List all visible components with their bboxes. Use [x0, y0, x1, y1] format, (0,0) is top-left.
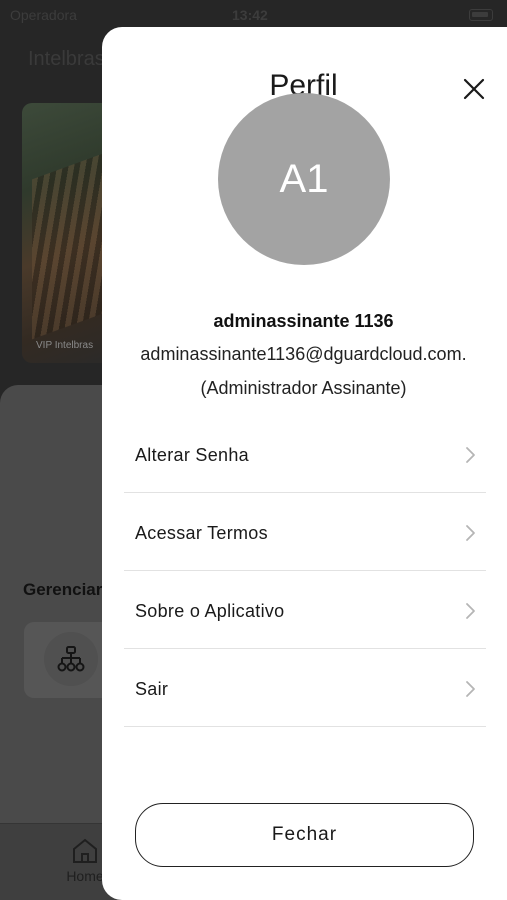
- menu-item-label: Acessar Termos: [135, 523, 268, 543]
- chevron-right-icon: [466, 603, 475, 619]
- carrier-label: Operadora: [10, 7, 77, 23]
- chevron-right-icon: [466, 681, 475, 697]
- profile-modal: Perfil A1 adminassinante 1136 adminassin…: [102, 27, 507, 900]
- menu-item-logout[interactable]: Sair: [124, 649, 486, 727]
- user-role: (Administrador Assinante): [200, 378, 407, 398]
- chevron-right-icon: [466, 525, 475, 541]
- tab-home-label: Home: [66, 868, 104, 884]
- network-icon: [44, 632, 98, 686]
- status-bar: Operadora 13:42: [0, 0, 507, 30]
- menu-item-label: Alterar Senha: [135, 445, 249, 465]
- menu-item-label: Sair: [135, 679, 169, 699]
- menu-item-about[interactable]: Sobre o Aplicativo: [124, 571, 486, 649]
- chevron-right-icon: [466, 447, 475, 463]
- user-email: adminassinante1136@dguardcloud.com.: [140, 344, 467, 364]
- menu-item-label: Sobre o Aplicativo: [135, 601, 285, 621]
- menu-item-terms[interactable]: Acessar Termos: [124, 493, 486, 571]
- menu-item-change-password[interactable]: Alterar Senha: [124, 415, 486, 493]
- user-name: adminassinante 1136: [213, 311, 394, 331]
- section-title: Gerenciar: [23, 580, 103, 599]
- avatar: A1: [218, 93, 390, 265]
- app-title: Intelbras: [28, 48, 105, 70]
- close-icon[interactable]: [459, 74, 489, 104]
- camera-label: VIP Intelbras: [36, 340, 94, 351]
- home-icon: [73, 838, 97, 863]
- profile-menu: Alterar Senha Acessar Termos Sobre o Apl…: [124, 415, 486, 727]
- clock: 13:42: [232, 7, 268, 23]
- battery-icon: [469, 9, 493, 21]
- close-button[interactable]: Fechar: [135, 803, 474, 867]
- avatar-initials: A1: [279, 156, 329, 201]
